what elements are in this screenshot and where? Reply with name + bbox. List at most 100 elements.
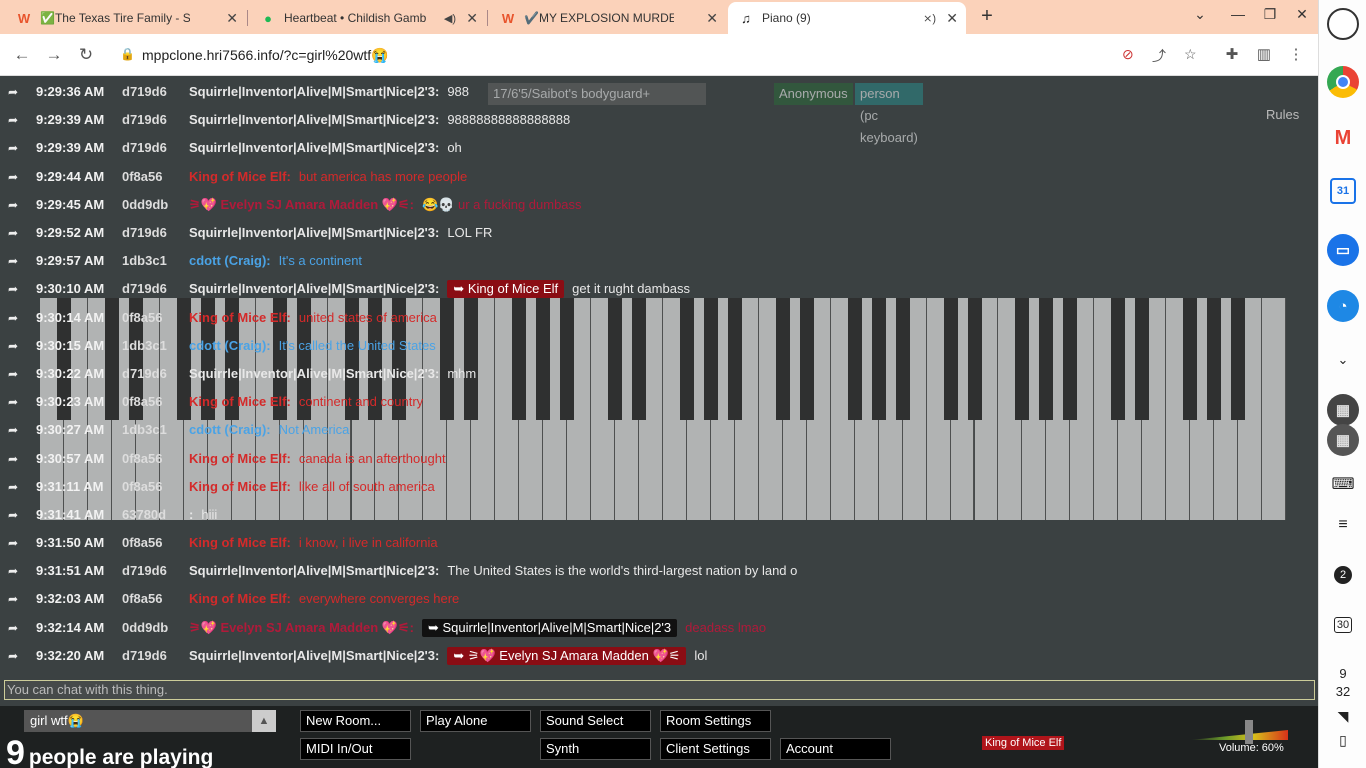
back-icon[interactable]: ←: [10, 43, 34, 67]
user-name[interactable]: Squirrle|Inventor|Alive|M|Smart|Nice|2'3…: [189, 642, 439, 670]
user-name[interactable]: King of Mice Elf:: [189, 163, 291, 191]
tab-2[interactable]: ● Heartbeat • Childish Gamb ◀) ✕: [250, 2, 486, 34]
reply-arrow-icon[interactable]: ➦: [0, 445, 26, 473]
blocked-icon[interactable]: ⊘: [1122, 46, 1134, 63]
user-name[interactable]: King of Mice Elf:: [189, 445, 291, 473]
user-name[interactable]: ⚞💖 Evelyn SJ Amara Madden 💖⚟:: [189, 614, 414, 642]
gmail-icon[interactable]: M: [1327, 122, 1359, 154]
user-name[interactable]: Squirrle|Inventor|Alive|M|Smart|Nice|2'3…: [189, 360, 439, 388]
reply-arrow-icon[interactable]: ➦: [0, 304, 26, 332]
reply-arrow-icon[interactable]: ➦: [0, 78, 26, 106]
calendar-icon[interactable]: 31: [1330, 178, 1356, 204]
files-icon[interactable]: ▭: [1327, 234, 1359, 266]
close-tab-icon[interactable]: ✕: [226, 10, 238, 27]
minimize-icon[interactable]: —: [1228, 6, 1248, 22]
clock-hour[interactable]: 9: [1319, 666, 1366, 681]
url-text[interactable]: mppclone.hri7566.info/?c=girl%20wtf😭: [142, 47, 389, 64]
close-tab-icon[interactable]: ✕: [466, 10, 478, 27]
user-name[interactable]: Squirrle|Inventor|Alive|M|Smart|Nice|2'3…: [189, 134, 439, 162]
reply-arrow-icon[interactable]: ➦: [0, 163, 26, 191]
tab-search-icon[interactable]: ⌄: [1190, 6, 1210, 23]
menu-icon[interactable]: ⋮: [1286, 45, 1306, 63]
playlist-icon[interactable]: ≡: [1319, 516, 1366, 534]
reply-arrow-icon[interactable]: ➦: [0, 642, 26, 670]
user-name[interactable]: cdott (Craig):: [189, 247, 271, 275]
muted-icon[interactable]: ⨯): [923, 12, 936, 25]
piano-app-icon-2[interactable]: ▦: [1327, 424, 1359, 456]
sound-select-button[interactable]: Sound Select: [540, 710, 651, 732]
reply-arrow-icon[interactable]: ➦: [0, 191, 26, 219]
user-name[interactable]: King of Mice Elf:: [189, 473, 291, 501]
reply-arrow-icon[interactable]: ➦: [0, 614, 26, 642]
midi-button[interactable]: MIDI In/Out: [300, 738, 411, 760]
new-room-button[interactable]: New Room...: [300, 710, 411, 732]
chevron-up-icon[interactable]: ▲: [252, 710, 276, 732]
volume-slider[interactable]: [1190, 730, 1288, 740]
calendar-day[interactable]: 30: [1333, 617, 1353, 633]
audio-playing-icon[interactable]: ◀): [444, 12, 456, 25]
user-name[interactable]: Squirrle|Inventor|Alive|M|Smart|Nice|2'3…: [189, 557, 439, 585]
lock-icon[interactable]: 🔒: [120, 47, 135, 61]
user-name[interactable]: Squirrle|Inventor|Alive|M|Smart|Nice|2'3…: [189, 275, 439, 303]
close-window-icon[interactable]: ✕: [1292, 6, 1312, 23]
account-button[interactable]: Account: [780, 738, 891, 760]
reply-arrow-icon[interactable]: ➦: [0, 332, 26, 360]
close-tab-icon[interactable]: ✕: [946, 10, 958, 27]
user-name[interactable]: :: [189, 501, 193, 529]
reply-arrow-icon[interactable]: ➦: [0, 247, 26, 275]
reply-arrow-icon[interactable]: ➦: [0, 275, 26, 303]
chrome-icon[interactable]: [1327, 66, 1359, 98]
keyboard-icon[interactable]: ⌨: [1319, 474, 1366, 494]
tab-4-active[interactable]: ♫ Piano (9) ⨯) ✕: [728, 2, 966, 34]
share-icon[interactable]: ⤴: [1152, 46, 1166, 66]
synth-button[interactable]: Synth: [540, 738, 651, 760]
user-name[interactable]: King of Mice Elf:: [189, 304, 291, 332]
tab-3[interactable]: W ✔️MY EXPLOSION MURDER AND M ✕: [490, 2, 726, 34]
reply-arrow-icon[interactable]: ➦: [0, 585, 26, 613]
user-name[interactable]: cdott (Craig):: [189, 416, 271, 444]
extensions-icon[interactable]: ✚: [1222, 45, 1242, 63]
reply-arrow-icon[interactable]: ➦: [0, 557, 26, 585]
reply-arrow-icon[interactable]: ➦: [0, 473, 26, 501]
new-tab-button[interactable]: +: [976, 5, 998, 28]
close-tab-icon[interactable]: ✕: [706, 10, 718, 27]
piano-app-icon[interactable]: ▦: [1327, 394, 1359, 426]
room-selector[interactable]: girl wtf😭 ▲: [24, 710, 276, 732]
reply-arrow-icon[interactable]: ➦: [0, 360, 26, 388]
wifi-icon[interactable]: ◥: [1319, 708, 1366, 725]
bookmark-star-icon[interactable]: ☆: [1184, 46, 1197, 63]
shelf-expand-icon[interactable]: ⌄: [1319, 352, 1366, 368]
reply-target[interactable]: ➥ ⚞💖 Evelyn SJ Amara Madden 💖⚟: [447, 646, 687, 665]
user-name[interactable]: King of Mice Elf:: [189, 529, 291, 557]
user-name[interactable]: ⚞💖 Evelyn SJ Amara Madden 💖⚟:: [189, 191, 414, 219]
clock-minute[interactable]: 32: [1319, 684, 1366, 699]
reply-arrow-icon[interactable]: ➦: [0, 106, 26, 134]
tab-1[interactable]: W ✅The Texas Tire Family - Shar ✕: [6, 2, 246, 34]
user-name[interactable]: Squirrle|Inventor|Alive|M|Smart|Nice|2'3…: [189, 106, 439, 134]
forward-icon[interactable]: →: [42, 43, 66, 67]
address-bar[interactable]: 🔒 mppclone.hri7566.info/?c=girl%20wtf😭 ⊘…: [108, 40, 1214, 70]
reply-arrow-icon[interactable]: ➦: [0, 388, 26, 416]
user-name[interactable]: cdott (Craig):: [189, 332, 271, 360]
user-name[interactable]: King of Mice Elf:: [189, 388, 291, 416]
reload-icon[interactable]: ↻: [74, 43, 98, 67]
battery-icon[interactable]: ▯: [1319, 732, 1366, 749]
restore-icon[interactable]: ❐: [1260, 6, 1280, 23]
chat-input[interactable]: You can chat with this thing.: [4, 680, 1315, 700]
user-name[interactable]: Squirrle|Inventor|Alive|M|Smart|Nice|2'3…: [189, 78, 439, 106]
play-alone-button[interactable]: Play Alone: [420, 710, 531, 732]
reply-arrow-icon[interactable]: ➦: [0, 134, 26, 162]
side-panel-icon[interactable]: ▥: [1254, 45, 1274, 63]
reply-target[interactable]: ➥ Squirrle|Inventor|Alive|M|Smart|Nice|2…: [421, 618, 678, 637]
notification-count[interactable]: 2: [1334, 566, 1352, 584]
client-settings-button[interactable]: Client Settings: [660, 738, 771, 760]
user-name[interactable]: Squirrle|Inventor|Alive|M|Smart|Nice|2'3…: [189, 219, 439, 247]
launcher-icon[interactable]: [1327, 8, 1359, 40]
reply-target[interactable]: ➥ King of Mice Elf: [447, 280, 565, 299]
reply-arrow-icon[interactable]: ➦: [0, 529, 26, 557]
volume-knob[interactable]: [1244, 720, 1253, 744]
reply-arrow-icon[interactable]: ➦: [0, 416, 26, 444]
messages-icon[interactable]: ◔: [1327, 290, 1359, 322]
room-settings-button[interactable]: Room Settings: [660, 710, 771, 732]
reply-arrow-icon[interactable]: ➦: [0, 219, 26, 247]
